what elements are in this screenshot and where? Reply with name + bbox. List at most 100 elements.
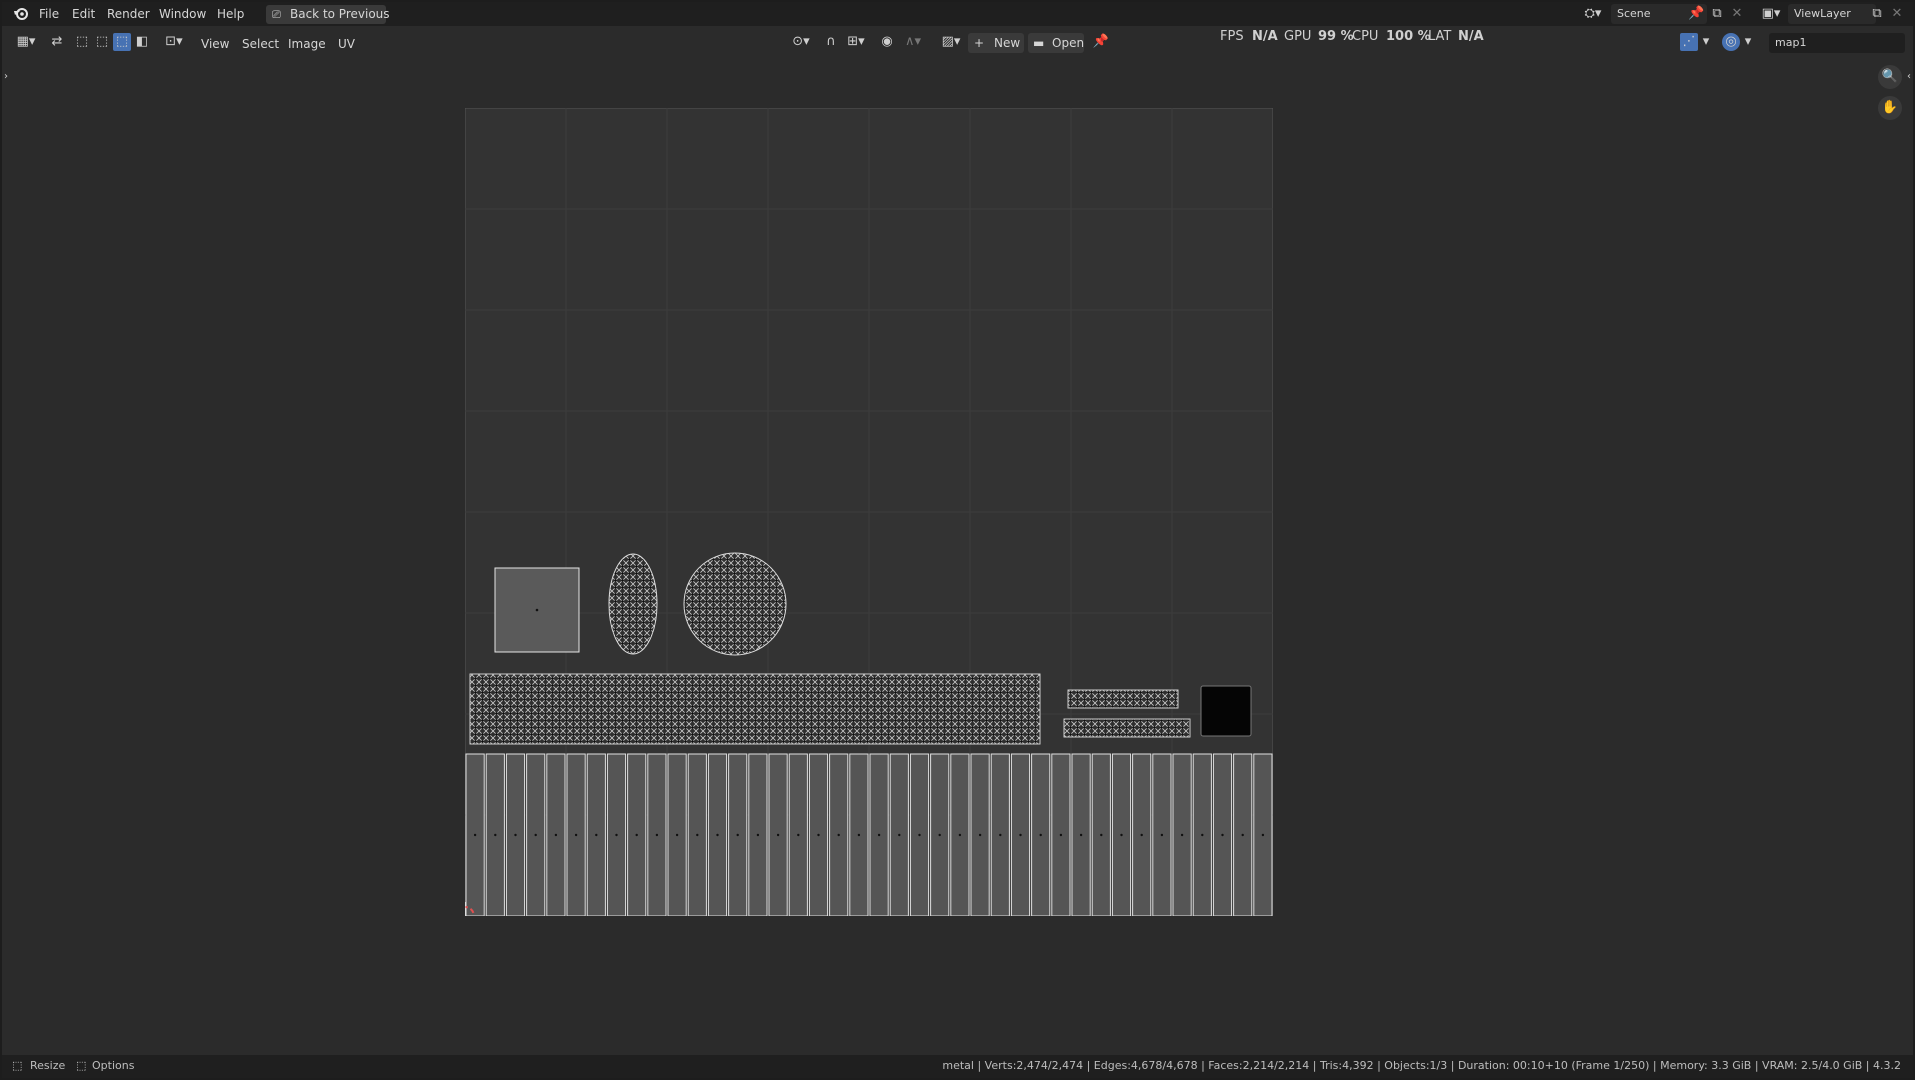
pin-icon[interactable]: 📌: [1092, 33, 1110, 51]
new-image-button[interactable]: + New: [968, 33, 1024, 53]
editor-type-icon[interactable]: ▦▾: [12, 33, 40, 51]
uv-vertex-dot: [756, 833, 760, 837]
sync-icon[interactable]: ⇄: [48, 33, 66, 51]
snap-target-icon[interactable]: ⊞▾: [842, 33, 870, 51]
fps-label: FPS: [1220, 29, 1244, 44]
open-image-button[interactable]: ▬ Open: [1028, 33, 1084, 53]
back-to-previous-button[interactable]: ⎚ Back to Previous: [266, 5, 390, 24]
gizmo-dropdown-icon[interactable]: ▾: [1742, 33, 1754, 51]
uv-vertex-dot: [1019, 833, 1022, 837]
header-menu-view[interactable]: View: [201, 36, 229, 52]
header-menu-select[interactable]: Select: [242, 36, 279, 52]
gpu-label: GPU: [1284, 29, 1312, 44]
cpu-value: 100 %: [1386, 29, 1431, 44]
face-select-icon[interactable]: ⬚: [113, 33, 131, 51]
sidebar-toggle-icon[interactable]: ‹: [1905, 68, 1913, 86]
uv-editor-header: ▦▾ ⇄ ⬚ ⬚ ⬚ ◧ ⊡▾ View Select Image UV ⊙▾ …: [2, 28, 1913, 58]
uv-vertex-dot: [877, 833, 881, 837]
plus-icon: +: [974, 36, 985, 50]
uv-vertex-dot: [554, 833, 558, 837]
uv-vertex-dot: [817, 833, 820, 837]
menu-file[interactable]: File: [39, 6, 59, 22]
uv-vertex-dot: [1201, 833, 1204, 837]
uv-canvas[interactable]: [465, 108, 1273, 916]
falloff-icon[interactable]: ∧▾: [899, 33, 927, 51]
vertex-select-icon[interactable]: ⬚: [73, 33, 91, 51]
uv-vertex-dot: [837, 833, 840, 837]
uv-vertex-dot: [797, 833, 800, 837]
uv-vertex-dot: [1120, 833, 1123, 837]
viewlayer-field[interactable]: ViewLayer: [1788, 4, 1876, 24]
open-label: Open: [1052, 36, 1085, 50]
pivot-icon[interactable]: ⊙▾: [787, 33, 815, 51]
hand-icon[interactable]: ✋: [1878, 96, 1902, 120]
sticky-select-icon[interactable]: ⊡▾: [160, 33, 188, 51]
options-hint: Options: [92, 1059, 135, 1072]
uv-vertex-dot: [655, 833, 659, 837]
mouse-icon: ⬚: [12, 1059, 23, 1072]
uv-island-long-strip[interactable]: [469, 673, 1041, 745]
uv-vertex-dot: [1221, 833, 1224, 837]
edge-select-icon[interactable]: ⬚: [93, 33, 111, 51]
uv-island-circle[interactable]: [683, 552, 787, 656]
lat-value: N/A: [1458, 29, 1484, 44]
top-menu-bar: File Edit Render Window Help ⎚ Back to P…: [2, 2, 1913, 26]
back-icon: ⎚: [272, 8, 281, 21]
overlay-dropdown-icon[interactable]: ▾: [1700, 33, 1712, 51]
uv-vertex-dot: [635, 833, 638, 837]
pin-scene-icon[interactable]: 📌: [1688, 5, 1704, 23]
scene-label: Scene: [1617, 7, 1651, 20]
uv-vertex-dot: [696, 833, 699, 837]
uv-vertex-dot: [776, 833, 780, 837]
scene-statistics: metal | Verts:2,474/2,474 | Edges:4,678/…: [942, 1059, 1901, 1072]
remove-scene-icon[interactable]: ✕: [1730, 5, 1744, 23]
uv-vertex-dot: [1039, 833, 1042, 837]
remove-viewlayer-icon[interactable]: ✕: [1890, 5, 1904, 23]
gizmo-icon[interactable]: ◎: [1722, 33, 1740, 51]
status-bar: ⬚ Resize ⬚ Options metal | Verts:2,474/2…: [2, 1055, 1913, 1078]
blender-logo-icon[interactable]: [11, 5, 31, 27]
snap-icon[interactable]: ∩: [822, 33, 840, 51]
uv-island-black-square[interactable]: [1200, 685, 1252, 737]
uv-vertex-dot: [1160, 833, 1164, 837]
menu-render[interactable]: Render: [107, 6, 150, 22]
header-menu-image[interactable]: Image: [288, 36, 326, 52]
uv-vertex-dot: [1241, 833, 1244, 837]
uv-vertex-dot: [857, 833, 861, 837]
header-menu-uv[interactable]: UV: [338, 36, 355, 52]
menu-edit[interactable]: Edit: [72, 6, 95, 22]
uv-map-field[interactable]: map1: [1769, 33, 1905, 53]
uv-vertex-dot: [494, 833, 497, 837]
uv-vertex-dot: [938, 833, 941, 837]
scene-icon[interactable]: ⛭▾: [1579, 5, 1607, 23]
uv-vertex-dot: [1059, 833, 1063, 837]
overlay-icon[interactable]: ⋰: [1680, 33, 1698, 51]
new-scene-icon[interactable]: ⧉: [1708, 5, 1726, 23]
new-viewlayer-icon[interactable]: ⧉: [1868, 5, 1886, 23]
folder-icon: ▬: [1033, 36, 1045, 50]
uv-vertex-dot: [514, 833, 517, 837]
uv-vertex-dot: [1100, 833, 1103, 837]
proportional-icon[interactable]: ◉: [878, 33, 896, 51]
lat-label: LAT: [1428, 29, 1452, 44]
uv-island-ellipse[interactable]: [608, 553, 658, 655]
blender-window: File Edit Render Window Help ⎚ Back to P…: [2, 2, 1913, 1078]
uv-vertex-dot: [615, 833, 618, 837]
uv-vertex-dot: [1140, 833, 1143, 837]
new-label: New: [994, 36, 1021, 50]
uv-vertex-dot: [574, 833, 578, 837]
uv-map-label: map1: [1775, 36, 1807, 49]
uv-vertex-dot: [958, 833, 962, 837]
island-select-icon[interactable]: ◧: [133, 33, 151, 51]
viewlayer-icon[interactable]: ▣▾: [1757, 5, 1785, 23]
uv-vertex-dot: [716, 833, 719, 837]
menu-help[interactable]: Help: [217, 6, 244, 22]
uv-island-small-strip-2[interactable]: [1063, 718, 1191, 738]
uv-vertex-dot: [736, 833, 739, 837]
resize-hint: Resize: [30, 1059, 66, 1072]
uv-island-small-strip-1[interactable]: [1067, 689, 1179, 709]
image-icon[interactable]: ▨▾: [937, 33, 965, 51]
toolbar-toggle-icon[interactable]: ›: [2, 68, 10, 86]
zoom-icon[interactable]: 🔍: [1878, 65, 1902, 89]
menu-window[interactable]: Window: [159, 6, 206, 22]
